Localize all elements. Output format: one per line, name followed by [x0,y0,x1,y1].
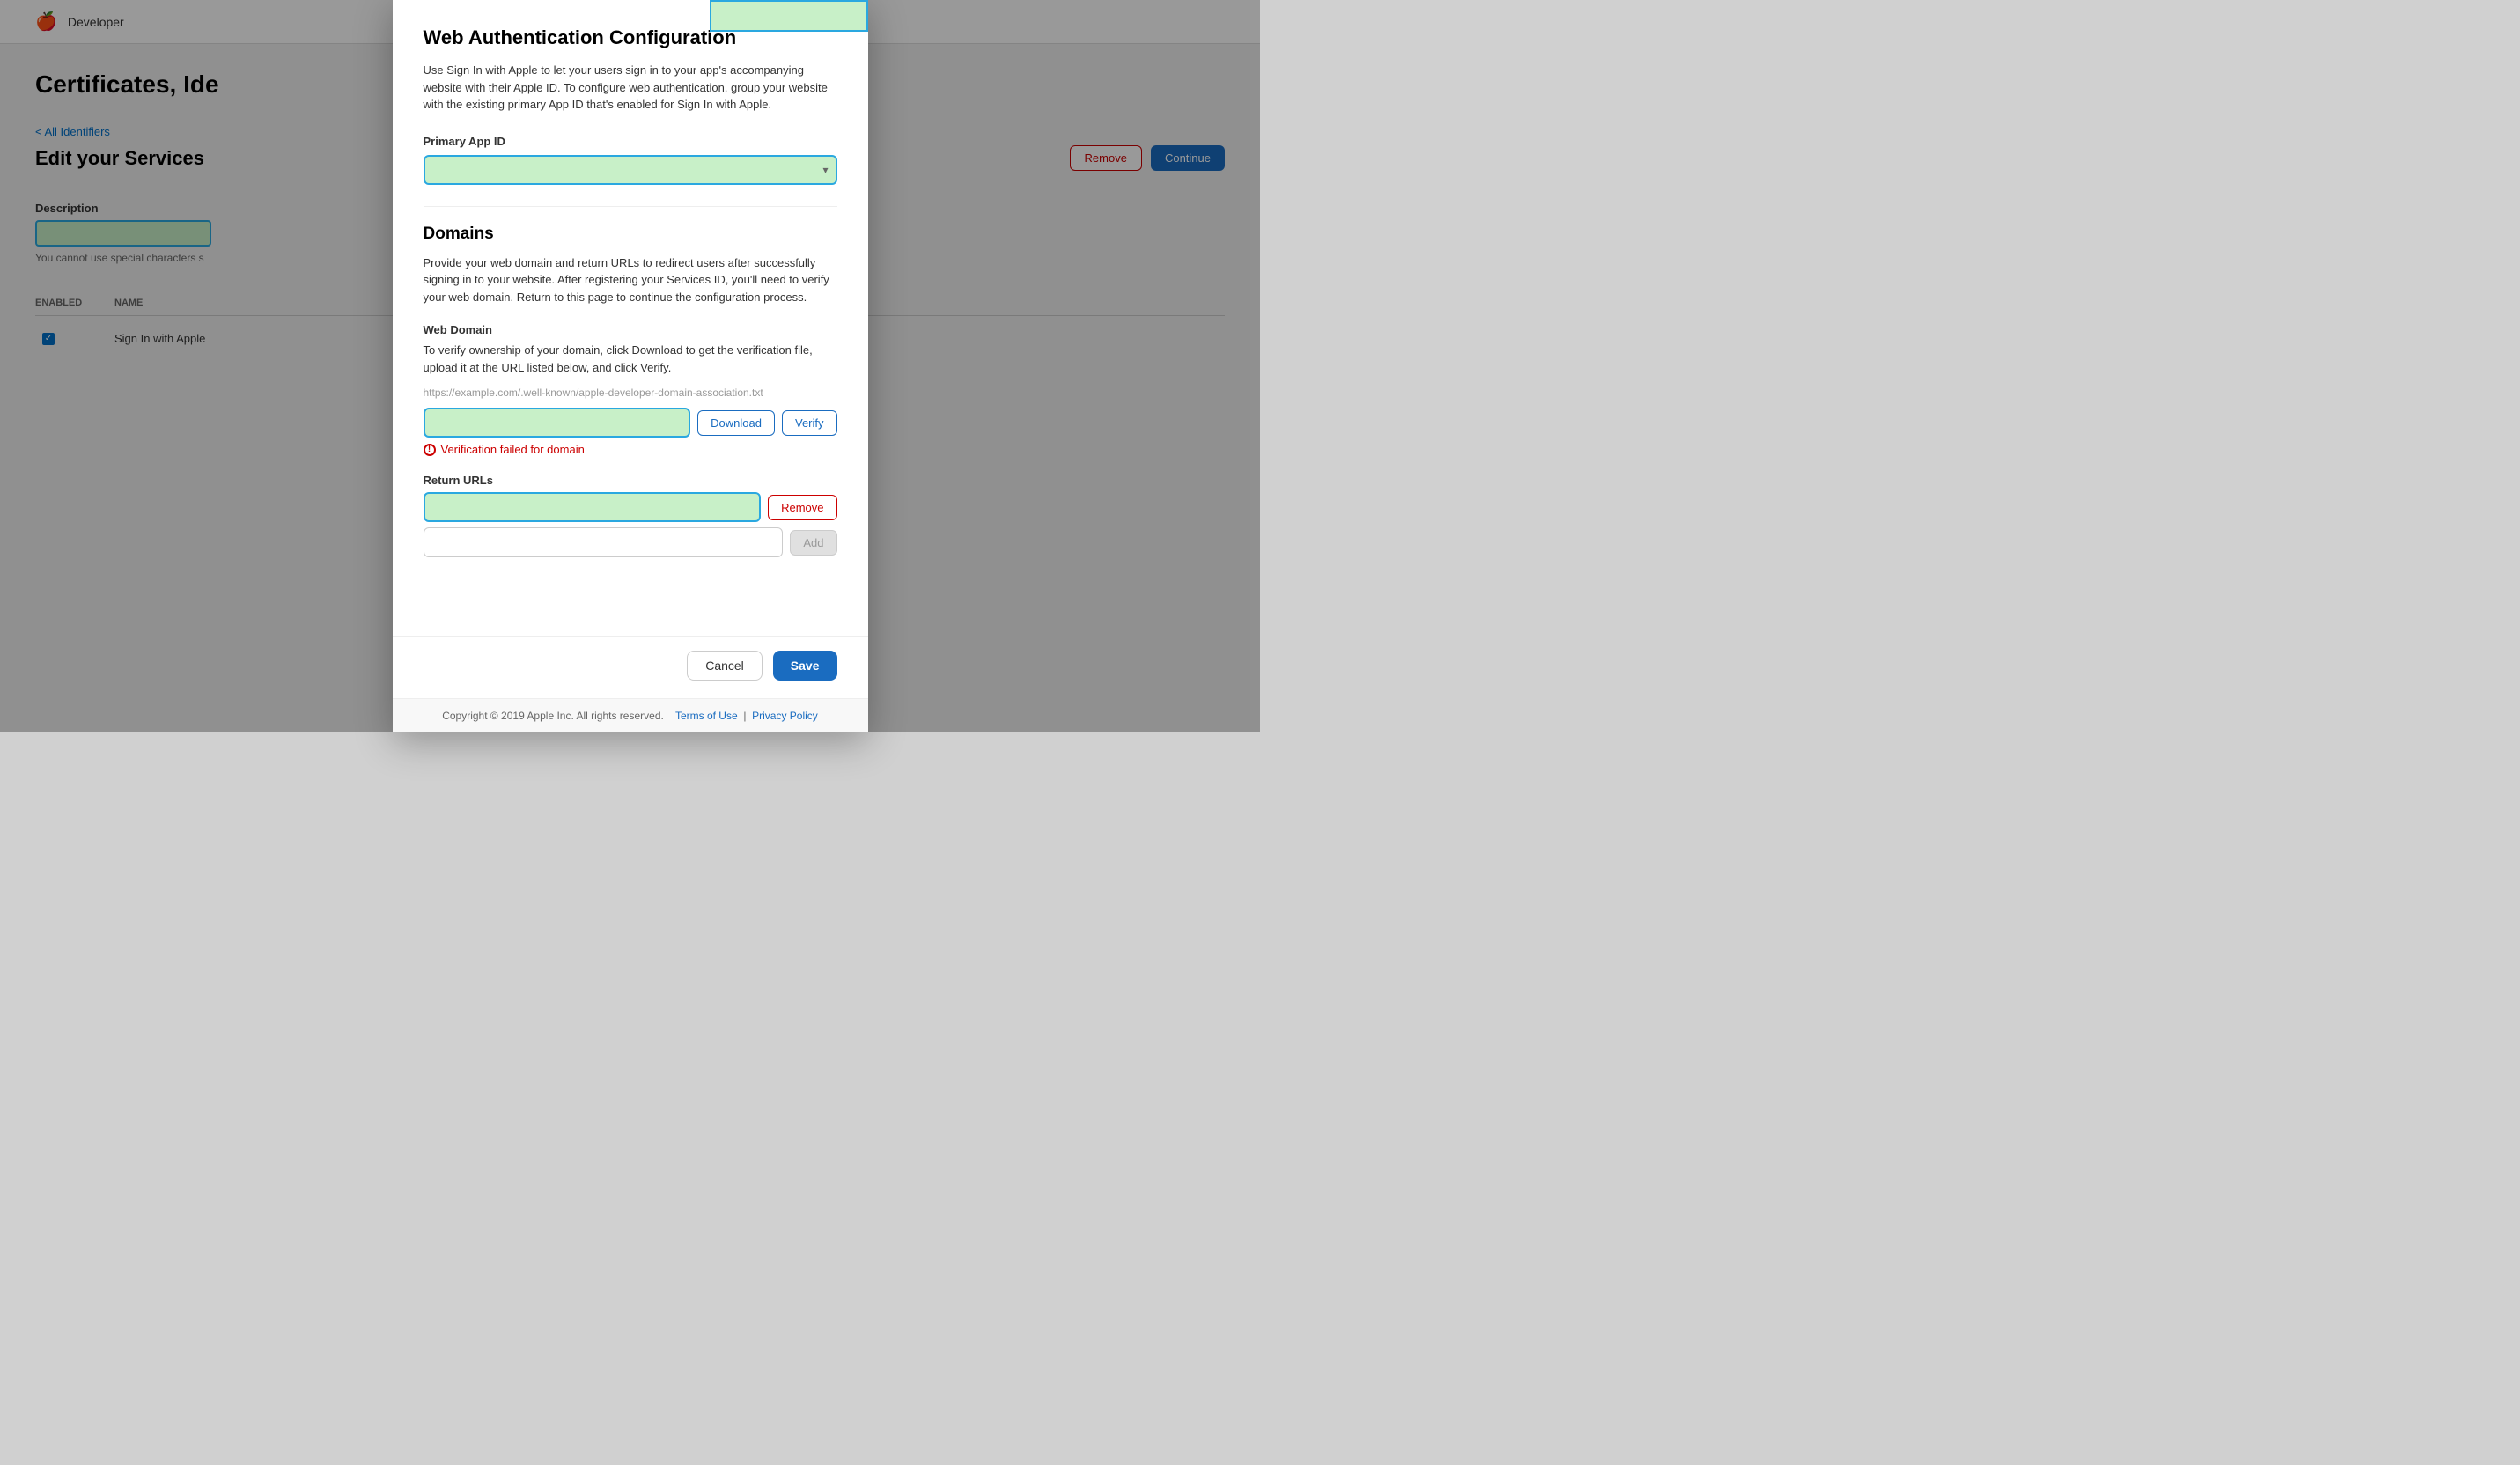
download-button[interactable]: Download [697,410,775,436]
modal-description: Use Sign In with Apple to let your users… [424,62,837,114]
select-wrapper [424,155,837,185]
modal-footer: Cancel Save [393,636,868,698]
verification-error: ! Verification failed for domain [424,443,837,456]
primary-app-id-label: Primary App ID [424,135,837,148]
cancel-button[interactable]: Cancel [687,651,763,681]
domains-section: Domains Provide your web domain and retu… [424,225,837,558]
save-button[interactable]: Save [773,651,837,681]
return-url-input[interactable] [424,492,762,522]
copyright-text: Copyright © 2019 Apple Inc. All rights r… [442,710,664,722]
web-auth-modal: Web Authentication Configuration Use Sig… [393,0,868,732]
web-domain-label: Web Domain [424,323,837,336]
web-domain-input-row: Download Verify [424,408,837,438]
return-urls-section: Return URLs Remove Add [424,474,837,557]
add-url-input[interactable] [424,527,784,557]
top-right-highlight [710,0,868,32]
web-domain-subsection: Web Domain To verify ownership of your d… [424,323,837,456]
return-url-row: Remove [424,492,837,522]
domains-divider [424,206,837,207]
terms-of-use-link[interactable]: Terms of Use [675,710,738,722]
primary-app-id-section: Primary App ID [424,135,837,185]
verify-button[interactable]: Verify [782,410,837,436]
return-url-remove-button[interactable]: Remove [768,495,836,520]
return-urls-label: Return URLs [424,474,837,487]
add-url-button[interactable]: Add [790,530,836,556]
web-domain-description: To verify ownership of your domain, clic… [424,342,837,376]
web-domain-input[interactable] [424,408,691,438]
domains-heading: Domains [424,225,837,244]
error-text: Verification failed for domain [441,443,585,456]
primary-app-id-select[interactable] [424,155,837,185]
modal-body: Web Authentication Configuration Use Sig… [393,0,868,636]
modal-overlay: Web Authentication Configuration Use Sig… [0,0,1260,732]
error-icon: ! [424,444,436,456]
add-url-row: Add [424,527,837,557]
url-hint: https://example.com/.well-known/apple-de… [424,386,837,399]
privacy-policy-link[interactable]: Privacy Policy [752,710,818,722]
domains-description: Provide your web domain and return URLs … [424,254,837,306]
modal-bottom-footer: Copyright © 2019 Apple Inc. All rights r… [393,698,868,732]
